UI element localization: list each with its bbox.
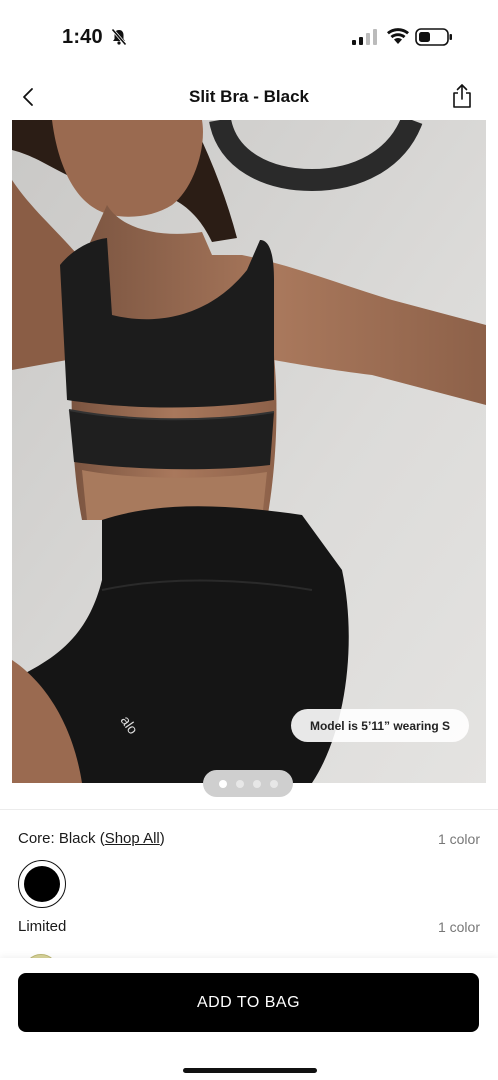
core-color-row: Core: Black (Shop All) 1 color	[18, 830, 480, 850]
product-photo: alo	[12, 120, 486, 783]
pager-dot[interactable]	[235, 779, 244, 788]
share-icon	[453, 84, 471, 108]
pager-dot-active[interactable]	[218, 779, 227, 788]
signal-icon	[352, 29, 377, 45]
nav-bar: Slit Bra - Black	[0, 74, 498, 120]
share-button[interactable]	[448, 80, 476, 112]
swatch-fill	[24, 866, 60, 902]
status-bar: 1:40	[0, 0, 498, 70]
battery-icon	[415, 28, 452, 46]
core-color-count: 1 color	[437, 831, 480, 847]
model-size-note: Model is 5’11” wearing S	[291, 709, 469, 742]
bottom-action-bar: ADD TO BAG	[0, 958, 498, 1080]
core-color-label: Core: Black (	[18, 830, 105, 847]
shop-all-link[interactable]: Shop All	[105, 830, 160, 847]
core-color-label-suffix: )	[159, 830, 165, 847]
add-to-bag-button[interactable]: ADD TO BAG	[18, 973, 479, 1032]
color-swatch-black[interactable]	[18, 860, 66, 908]
pager-dot[interactable]	[252, 779, 261, 788]
limited-color-label: Limited	[18, 918, 67, 935]
limited-color-row: Limited 1 color	[18, 918, 480, 938]
pager-dot[interactable]	[269, 779, 278, 788]
home-indicator	[183, 1068, 317, 1073]
divider	[0, 809, 498, 810]
image-pager[interactable]	[203, 770, 293, 797]
wifi-icon	[387, 28, 409, 44]
limited-color-count: 1 color	[437, 919, 480, 935]
product-image[interactable]: alo	[12, 120, 486, 783]
page-title: Slit Bra - Black	[189, 87, 309, 106]
status-time: 1:40	[62, 26, 103, 48]
bell-slash-icon	[111, 28, 127, 46]
